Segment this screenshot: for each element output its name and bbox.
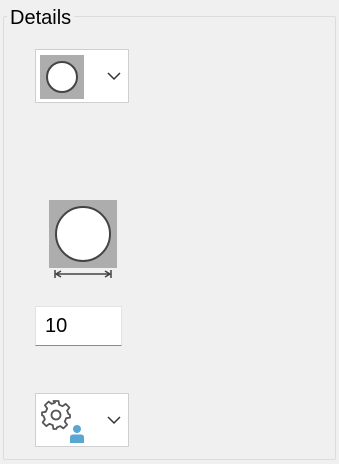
shape-dropdown[interactable]: [35, 49, 129, 103]
chevron-down-icon: [107, 416, 121, 425]
size-input[interactable]: [35, 306, 122, 346]
details-panel: Details: [0, 0, 339, 464]
gear-user-icon: [40, 399, 86, 445]
diameter-arrow-icon: [54, 270, 112, 278]
settings-dropdown[interactable]: [35, 393, 129, 447]
details-group-title: Details: [7, 6, 75, 30]
chevron-down-icon: [107, 72, 121, 81]
circle-icon: [55, 206, 111, 262]
shape-preview: [49, 200, 117, 282]
circle-icon: [46, 61, 78, 93]
shape-swatch: [40, 55, 84, 99]
gear-icon: [41, 400, 84, 443]
preview-swatch: [49, 200, 117, 268]
user-icon: [70, 425, 84, 443]
